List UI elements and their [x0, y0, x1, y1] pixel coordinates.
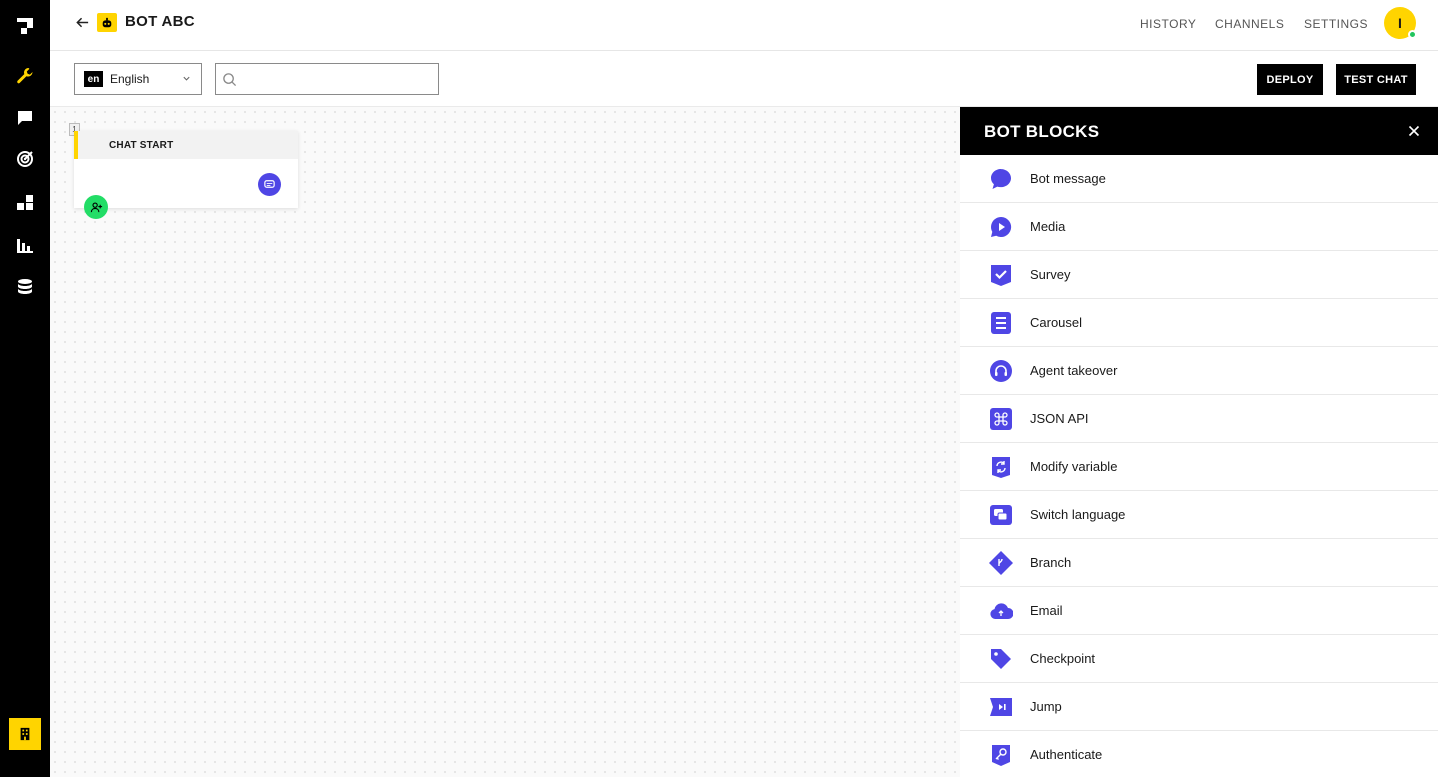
translate-icon — [988, 503, 1014, 527]
left-nav-rail — [0, 0, 50, 777]
block-json-api[interactable]: JSON API — [960, 395, 1438, 443]
nav-channels[interactable]: CHANNELS — [1215, 17, 1284, 31]
deploy-button[interactable]: DEPLOY — [1257, 64, 1323, 95]
block-label: Media — [1030, 219, 1066, 234]
online-status-dot — [1408, 30, 1417, 39]
search-box — [215, 63, 439, 95]
bot-title: BOT ABC — [125, 13, 195, 30]
target-icon[interactable] — [13, 147, 37, 171]
language-code-badge: en — [84, 71, 103, 87]
headset-icon — [988, 359, 1014, 383]
block-checkpoint[interactable]: Checkpoint — [960, 635, 1438, 683]
block-list: Bot message Media Survey Carousel Agent … — [960, 155, 1438, 777]
block-label: Agent takeover — [1030, 363, 1118, 378]
toolbar: en English DEPLOY TEST CHAT — [50, 51, 1438, 107]
block-label: Jump — [1030, 699, 1062, 714]
building-icon[interactable] — [9, 718, 41, 750]
block-label: Bot message — [1030, 171, 1106, 186]
list-icon — [988, 311, 1014, 335]
block-label: Email — [1030, 603, 1063, 618]
wrench-icon[interactable] — [13, 64, 37, 88]
key-icon — [988, 743, 1014, 767]
back-arrow-icon[interactable] — [72, 12, 92, 32]
flow-canvas[interactable]: 1 CHAT START — [50, 107, 960, 777]
chevron-down-icon — [183, 76, 190, 81]
panel-header: BOT BLOCKS — [960, 107, 1438, 155]
tag-icon — [988, 647, 1014, 671]
refresh-icon — [988, 455, 1014, 479]
add-user-icon[interactable] — [84, 195, 108, 219]
play-icon — [988, 215, 1014, 239]
chat-start-node[interactable]: CHAT START — [74, 131, 298, 208]
app: BOT ABC HISTORY CHANNELS SETTINGS I en E… — [0, 0, 1438, 777]
language-select[interactable]: en English — [74, 63, 202, 95]
block-label: Authenticate — [1030, 747, 1103, 762]
nav-history[interactable]: HISTORY — [1140, 17, 1196, 31]
node-title: CHAT START — [109, 140, 174, 151]
node-header: CHAT START — [74, 131, 298, 159]
cloud-upload-icon — [988, 599, 1014, 623]
block-switch-language[interactable]: Switch language — [960, 491, 1438, 539]
close-icon[interactable] — [1406, 123, 1422, 139]
block-email[interactable]: Email — [960, 587, 1438, 635]
blocks-icon[interactable] — [13, 191, 37, 215]
block-label: Survey — [1030, 267, 1071, 282]
bot-icon — [97, 13, 117, 32]
bar-chart-icon[interactable] — [13, 233, 37, 257]
language-name: English — [110, 72, 150, 86]
branch-icon — [988, 551, 1014, 575]
block-label: Branch — [1030, 555, 1072, 570]
block-branch[interactable]: Branch — [960, 539, 1438, 587]
panel-title: BOT BLOCKS — [984, 122, 1100, 141]
block-label: Switch language — [1030, 507, 1126, 522]
block-label: JSON API — [1030, 411, 1089, 426]
checkbox-icon — [988, 263, 1014, 287]
test-chat-button[interactable]: TEST CHAT — [1336, 64, 1416, 95]
skip-icon — [988, 695, 1014, 719]
bot-reply-connector-icon[interactable] — [258, 173, 281, 196]
block-label: Carousel — [1030, 315, 1083, 330]
database-icon[interactable] — [13, 275, 37, 299]
search-icon — [223, 72, 237, 86]
search-input[interactable] — [241, 72, 431, 86]
block-bot-message[interactable]: Bot message — [960, 155, 1438, 203]
command-icon — [988, 407, 1014, 431]
chat-icon[interactable] — [13, 106, 37, 130]
block-modify-variable[interactable]: Modify variable — [960, 443, 1438, 491]
block-media[interactable]: Media — [960, 203, 1438, 251]
logo-icon[interactable] — [13, 14, 37, 38]
block-survey[interactable]: Survey — [960, 251, 1438, 299]
block-agent-takeover[interactable]: Agent takeover — [960, 347, 1438, 395]
block-jump[interactable]: Jump — [960, 683, 1438, 731]
block-label: Modify variable — [1030, 459, 1118, 474]
nav-settings[interactable]: SETTINGS — [1304, 17, 1368, 31]
bot-blocks-panel: BOT BLOCKS Bot message Media Survey Caro… — [960, 107, 1438, 777]
top-header: BOT ABC HISTORY CHANNELS SETTINGS I — [50, 0, 1438, 51]
chat-bubble-icon — [988, 167, 1014, 191]
block-carousel[interactable]: Carousel — [960, 299, 1438, 347]
block-label: Checkpoint — [1030, 651, 1096, 666]
block-authenticate[interactable]: Authenticate — [960, 731, 1438, 777]
